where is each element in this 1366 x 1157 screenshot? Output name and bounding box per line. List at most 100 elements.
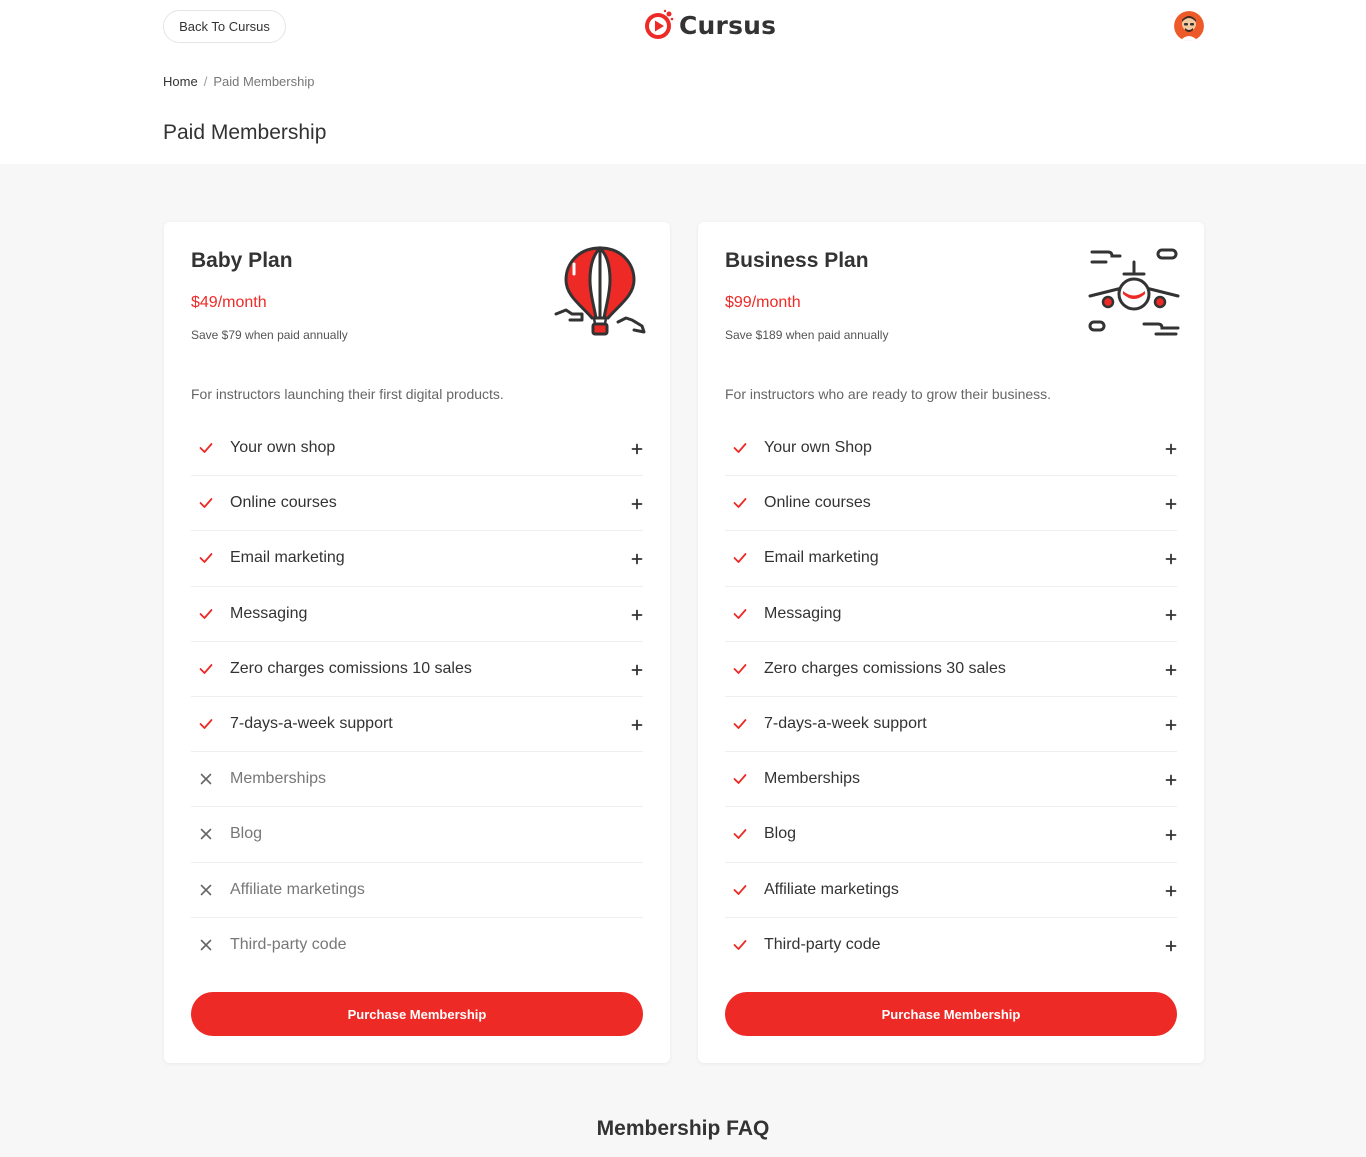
feature-label: Email marketing	[764, 549, 879, 567]
feature-item[interactable]: Your own Shop	[725, 421, 1177, 477]
back-to-cursus-button[interactable]: Back To Cursus	[163, 10, 286, 43]
close-icon	[199, 883, 213, 897]
expand-plus-icon[interactable]	[631, 663, 643, 676]
expand-plus-icon[interactable]	[1165, 884, 1177, 896]
expand-plus-icon[interactable]	[1165, 608, 1177, 621]
top-header: Back To Cursus Cursus	[0, 0, 1366, 53]
feature-item[interactable]: Third-party code	[725, 918, 1177, 973]
feature-label: Third-party code	[764, 936, 881, 954]
feature-list: Your own Shop Online courses Email marketi…	[725, 421, 1177, 973]
check-icon	[199, 662, 213, 676]
feature-label: Blog	[230, 825, 263, 843]
title-section: Home / Paid Membership Paid Membership	[0, 53, 1366, 164]
feature-item[interactable]: Online courses	[191, 476, 643, 532]
expand-plus-icon[interactable]	[631, 718, 643, 731]
plan-description: For instructors who are ready to grow th…	[725, 386, 1052, 402]
plan-price: $49/month	[191, 294, 267, 311]
plan-savings: Save $189 when paid annually	[725, 328, 889, 342]
feature-item[interactable]: Email marketing	[191, 531, 643, 587]
expand-plus-icon[interactable]	[631, 442, 643, 455]
play-logo-icon	[645, 9, 674, 39]
airplane-icon	[1088, 248, 1180, 336]
expand-plus-icon[interactable]	[631, 608, 643, 621]
check-icon	[733, 496, 747, 510]
feature-label: Email marketing	[230, 549, 345, 567]
feature-item: Blog	[191, 807, 643, 863]
check-icon	[733, 827, 747, 841]
feature-label: Your own shop	[230, 439, 336, 457]
plan-name: Baby Plan	[191, 249, 293, 272]
feature-label: Messaging	[230, 604, 308, 622]
faq-title: Membership FAQ	[596, 1117, 770, 1140]
feature-item[interactable]: Messaging	[191, 587, 643, 642]
feature-label: Zero charges comissions 10 sales	[230, 659, 472, 677]
feature-label: Online courses	[764, 494, 871, 512]
feature-item[interactable]: Zero charges comissions 10 sales	[191, 642, 643, 697]
expand-plus-icon[interactable]	[631, 552, 643, 565]
check-icon	[199, 441, 213, 455]
breadcrumb-separator: /	[203, 74, 208, 89]
check-icon	[199, 607, 213, 621]
logo[interactable]: Cursus	[643, 9, 776, 41]
feature-label: Online courses	[230, 494, 337, 512]
logo-text: Cursus	[679, 10, 777, 40]
feature-item[interactable]: Affiliate marketings	[725, 863, 1177, 918]
feature-label: Blog	[764, 825, 797, 843]
user-avatar[interactable]	[1174, 11, 1204, 41]
feature-item: Memberships	[191, 752, 643, 808]
breadcrumb-home-link[interactable]: Home	[163, 74, 198, 89]
feature-item[interactable]: Email marketing	[725, 531, 1177, 587]
expand-plus-icon[interactable]	[1165, 552, 1177, 565]
feature-label: Third-party code	[230, 936, 347, 954]
feature-item[interactable]: Messaging	[725, 587, 1177, 642]
feature-label: 7-days-a-week support	[764, 715, 927, 733]
feature-label: Memberships	[230, 770, 327, 788]
breadcrumb-current: Paid Membership	[213, 74, 315, 89]
plan-price: $99/month	[725, 294, 801, 311]
plan-card-baby: Baby Plan $49/month Save $79 when paid a…	[164, 222, 670, 1063]
check-icon	[199, 717, 213, 731]
check-icon	[733, 441, 747, 455]
breadcrumb: Home / Paid Membership	[163, 74, 314, 89]
feature-list: Your own shop Online courses Email marketi…	[191, 421, 643, 973]
plan-description: For instructors launching their first di…	[191, 386, 504, 402]
feature-item[interactable]: Blog	[725, 807, 1177, 863]
expand-plus-icon[interactable]	[1165, 497, 1177, 510]
expand-plus-icon[interactable]	[1165, 773, 1177, 786]
check-icon	[733, 717, 747, 731]
expand-plus-icon[interactable]	[1165, 939, 1177, 952]
page-title: Paid Membership	[163, 121, 327, 144]
close-icon	[199, 772, 213, 786]
feature-item[interactable]: Zero charges comissions 30 sales	[725, 642, 1177, 697]
feature-item: Third-party code	[191, 918, 643, 973]
check-icon	[733, 883, 747, 897]
check-icon	[733, 607, 747, 621]
expand-plus-icon[interactable]	[1165, 663, 1177, 676]
feature-item[interactable]: 7-days-a-week support	[191, 697, 643, 753]
close-icon	[199, 938, 213, 952]
feature-label: Messaging	[764, 604, 842, 622]
feature-label: Memberships	[764, 770, 861, 788]
expand-plus-icon[interactable]	[1165, 718, 1177, 731]
feature-label: Zero charges comissions 30 sales	[764, 659, 1006, 677]
check-icon	[199, 551, 213, 565]
feature-item: Affiliate marketings	[191, 863, 643, 918]
check-icon	[733, 551, 747, 565]
check-icon	[733, 662, 747, 676]
plan-savings: Save $79 when paid annually	[191, 328, 348, 342]
feature-label: Affiliate marketings	[764, 880, 899, 898]
feature-item[interactable]: Online courses	[725, 476, 1177, 532]
check-icon	[733, 772, 747, 786]
feature-label: Affiliate marketings	[230, 880, 365, 898]
avatar-icon	[1174, 11, 1204, 41]
purchase-membership-button[interactable]: Purchase Membership	[725, 992, 1177, 1036]
feature-item[interactable]: 7-days-a-week support	[725, 697, 1177, 753]
expand-plus-icon[interactable]	[1165, 828, 1177, 841]
feature-item[interactable]: Your own shop	[191, 421, 643, 477]
check-icon	[733, 938, 747, 952]
feature-item[interactable]: Memberships	[725, 752, 1177, 808]
plan-card-business: Business Plan $99/month Save $189 when p…	[698, 222, 1204, 1063]
expand-plus-icon[interactable]	[631, 497, 643, 510]
expand-plus-icon[interactable]	[1165, 442, 1177, 455]
purchase-membership-button[interactable]: Purchase Membership	[191, 992, 643, 1036]
